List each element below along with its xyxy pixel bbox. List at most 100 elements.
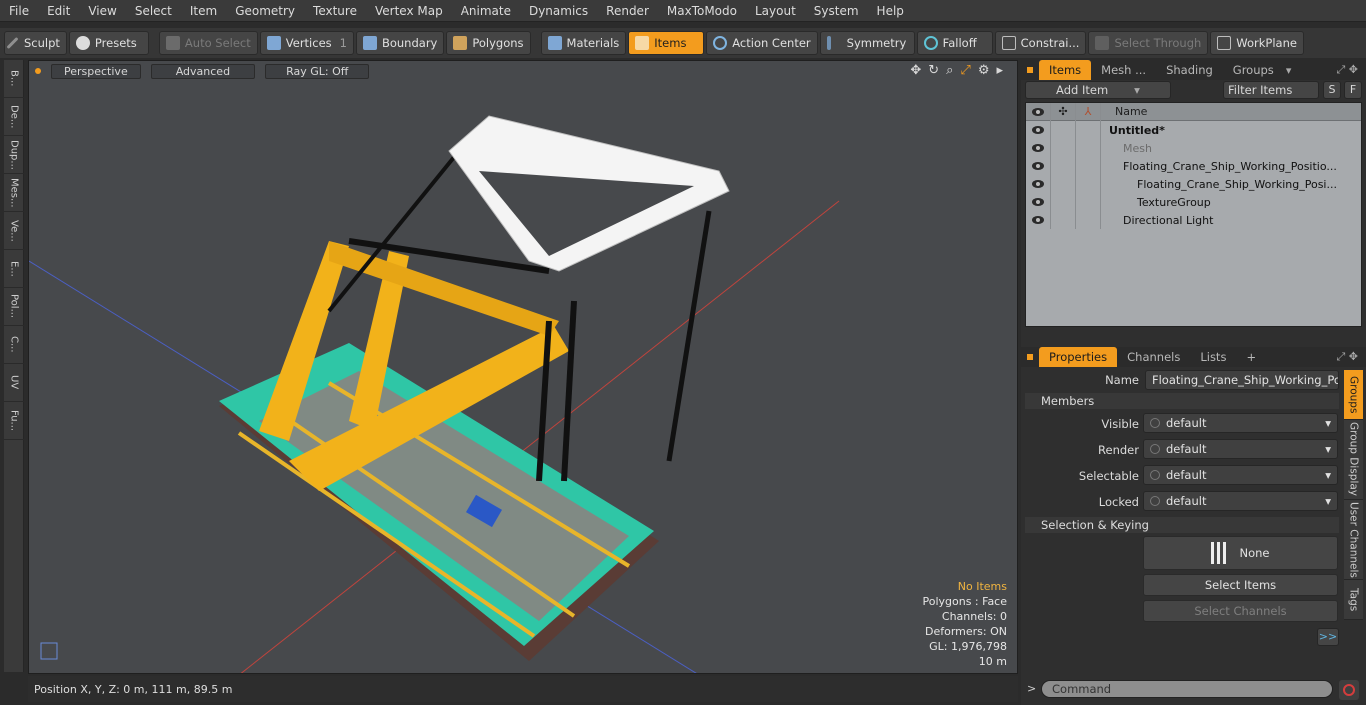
panel-options-icon[interactable]: ⤢ ✥ bbox=[1336, 63, 1358, 77]
left-tab-8[interactable]: UV bbox=[4, 364, 24, 402]
selectable-dropdown[interactable]: default ▾ bbox=[1143, 465, 1338, 485]
tab-add[interactable]: + bbox=[1236, 347, 1266, 367]
select-items-button[interactable]: Select Items bbox=[1143, 574, 1338, 596]
item-tree: Untitled* Mesh Floating_Crane_Ship_Working… bbox=[1026, 121, 1361, 229]
left-tab-4[interactable]: Ve... bbox=[4, 212, 24, 250]
viewport-canvas bbox=[29, 115, 840, 673]
record-button[interactable] bbox=[1339, 680, 1359, 700]
presets-button[interactable]: Presets bbox=[68, 31, 149, 55]
menu-render[interactable]: Render bbox=[597, 0, 658, 22]
left-tab-3[interactable]: Mes... bbox=[4, 174, 24, 212]
boundary-button[interactable]: Boundary bbox=[355, 31, 445, 55]
visible-dropdown[interactable]: default ▾ bbox=[1143, 413, 1338, 433]
constraints-button[interactable]: Constrai... bbox=[994, 31, 1087, 55]
tab-lists[interactable]: Lists bbox=[1190, 347, 1236, 367]
tab-mesh[interactable]: Mesh ... bbox=[1091, 60, 1156, 80]
menu-select[interactable]: Select bbox=[126, 0, 181, 22]
move-view-icon[interactable]: ✥ bbox=[910, 63, 921, 78]
3d-viewport[interactable]: Perspective Advanced Ray GL: Off ✥ ↻ ⌕ ⤢… bbox=[28, 60, 1018, 674]
menu-system[interactable]: System bbox=[805, 0, 868, 22]
visibility-eye-icon[interactable] bbox=[1026, 211, 1051, 229]
select-channels-button[interactable]: Select Channels bbox=[1143, 600, 1338, 622]
items-button[interactable]: Items bbox=[628, 31, 705, 55]
side-tab-user-channels[interactable]: User Channels bbox=[1344, 500, 1363, 580]
tree-row[interactable]: Floating_Crane_Ship_Working_Positio... bbox=[1026, 157, 1361, 175]
polygons-button[interactable]: Polygons bbox=[446, 31, 531, 55]
members-section[interactable]: Members bbox=[1025, 393, 1339, 409]
tab-groups[interactable]: Groups bbox=[1223, 60, 1284, 80]
constraints-icon bbox=[1001, 36, 1016, 50]
selection-keying-section[interactable]: Selection & Keying bbox=[1025, 517, 1339, 533]
tab-properties[interactable]: Properties bbox=[1039, 347, 1118, 367]
left-tab-6[interactable]: Pol... bbox=[4, 288, 24, 326]
left-tab-2[interactable]: Dup... bbox=[4, 136, 24, 174]
shading-dropdown[interactable]: Advanced bbox=[150, 63, 256, 79]
side-tab-tags[interactable]: Tags bbox=[1344, 580, 1363, 620]
menu-item[interactable]: Item bbox=[181, 0, 226, 22]
symmetry-button[interactable]: Symmetry bbox=[819, 31, 915, 55]
tab-shading[interactable]: Shading bbox=[1156, 60, 1223, 80]
menu-texture[interactable]: Texture bbox=[304, 0, 366, 22]
render-dropdown[interactable]: default ▾ bbox=[1143, 439, 1338, 459]
materials-button[interactable]: Materials bbox=[540, 31, 627, 55]
view-mode-dropdown[interactable]: Perspective bbox=[51, 63, 141, 79]
filter-f-button[interactable]: F bbox=[1344, 81, 1362, 99]
left-tab-0[interactable]: B... bbox=[4, 60, 24, 98]
more-button[interactable]: >> bbox=[1317, 628, 1339, 646]
auto-select-button[interactable]: Auto Select bbox=[158, 31, 258, 55]
add-item-button[interactable]: Add Item ▾ bbox=[1025, 81, 1171, 99]
command-input[interactable]: Command bbox=[1041, 680, 1333, 698]
menu-geometry[interactable]: Geometry bbox=[226, 0, 304, 22]
menu-animate[interactable]: Animate bbox=[452, 0, 520, 22]
left-tab-7[interactable]: C... bbox=[4, 326, 24, 364]
menu-vertex-map[interactable]: Vertex Map bbox=[366, 0, 452, 22]
tab-menu-chevron-icon[interactable]: ▾ bbox=[1286, 64, 1292, 77]
menu-help[interactable]: Help bbox=[868, 0, 913, 22]
left-tab-9[interactable]: Fu... bbox=[4, 402, 24, 440]
left-tab-5[interactable]: E... bbox=[4, 250, 24, 288]
visibility-eye-icon[interactable] bbox=[1026, 193, 1051, 211]
visibility-eye-icon[interactable] bbox=[1026, 121, 1051, 139]
falloff-button[interactable]: Falloff bbox=[916, 31, 993, 55]
settings-gear-icon[interactable]: ⚙ bbox=[978, 63, 990, 78]
menu-dynamics[interactable]: Dynamics bbox=[520, 0, 597, 22]
vertices-button[interactable]: Vertices 1 bbox=[259, 31, 354, 55]
tab-channels[interactable]: Channels bbox=[1117, 347, 1190, 367]
tree-item-label: Mesh bbox=[1123, 141, 1152, 155]
name-column-header[interactable]: Name bbox=[1101, 105, 1147, 118]
tab-items[interactable]: Items bbox=[1039, 60, 1092, 80]
sculpt-button[interactable]: Sculpt bbox=[4, 31, 67, 55]
maximize-icon[interactable]: ⤢ bbox=[960, 63, 970, 78]
raygl-toggle[interactable]: Ray GL: Off bbox=[265, 63, 370, 79]
key-none-button[interactable]: None bbox=[1143, 536, 1338, 570]
tree-row[interactable]: Directional Light bbox=[1026, 211, 1361, 229]
visibility-eye-icon[interactable] bbox=[1026, 175, 1051, 193]
name-field[interactable]: Floating_Crane_Ship_Working_Positio bbox=[1145, 370, 1339, 390]
menu-view[interactable]: View bbox=[79, 0, 125, 22]
visibility-eye-icon[interactable] bbox=[1026, 139, 1051, 157]
side-tab-group-display[interactable]: Group Display bbox=[1344, 420, 1363, 500]
menu-file[interactable]: File bbox=[0, 0, 38, 22]
left-tab-1[interactable]: De... bbox=[4, 98, 24, 136]
action-center-button[interactable]: Action Center bbox=[706, 31, 818, 55]
tree-row[interactable]: TextureGroup bbox=[1026, 193, 1361, 211]
select-through-button[interactable]: Select Through bbox=[1088, 31, 1209, 55]
menu-maxtomodo[interactable]: MaxToModo bbox=[658, 0, 746, 22]
menu-edit[interactable]: Edit bbox=[38, 0, 79, 22]
filter-s-button[interactable]: S bbox=[1323, 81, 1341, 99]
workplane-button[interactable]: WorkPlane bbox=[1210, 31, 1304, 55]
tree-row[interactable]: Untitled* bbox=[1026, 121, 1361, 139]
locator-header-icon: ⅄ bbox=[1076, 102, 1101, 121]
tree-row[interactable]: Floating_Crane_Ship_Working_Posi... bbox=[1026, 175, 1361, 193]
visibility-eye-icon[interactable] bbox=[1026, 157, 1051, 175]
cable bbox=[666, 210, 712, 462]
panel-options-icon[interactable]: ⤢ ✥ bbox=[1336, 350, 1358, 364]
menu-layout[interactable]: Layout bbox=[746, 0, 805, 22]
rotate-view-icon[interactable]: ↻ bbox=[928, 63, 939, 78]
side-tab-groups[interactable]: Groups bbox=[1344, 370, 1363, 420]
expand-arrow-icon[interactable]: ▸ bbox=[996, 63, 1003, 78]
zoom-view-icon[interactable]: ⌕ bbox=[946, 63, 953, 78]
locked-dropdown[interactable]: default ▾ bbox=[1143, 491, 1338, 511]
filter-items-input[interactable]: Filter Items bbox=[1223, 81, 1319, 99]
tree-row[interactable]: Mesh bbox=[1026, 139, 1361, 157]
